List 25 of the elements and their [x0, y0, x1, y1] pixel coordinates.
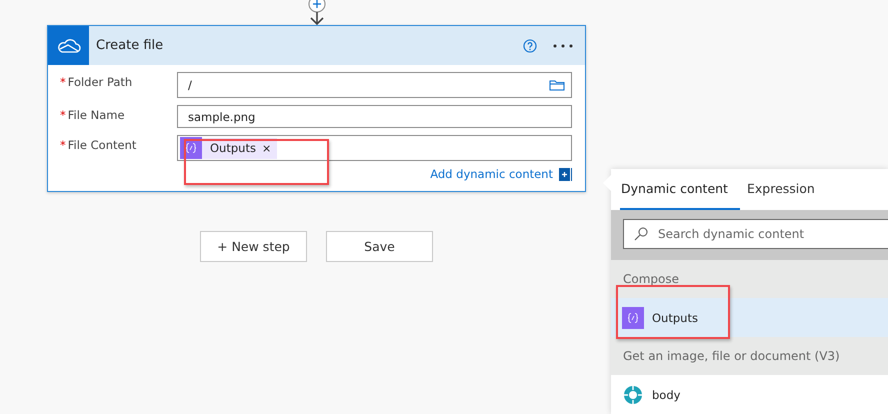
- card-title: Create file: [95, 38, 164, 53]
- group-header: Compose: [611, 260, 888, 298]
- help-icon[interactable]: [523, 38, 537, 52]
- more-options-icon[interactable]: [553, 44, 573, 48]
- group-header: Get an image, file or document (V3): [611, 337, 888, 375]
- input-field[interactable]: /: [177, 72, 572, 98]
- add-dynamic-content-link[interactable]: Add dynamic content: [430, 167, 553, 181]
- input-field[interactable]: sample.png: [177, 105, 572, 128]
- new-step-button[interactable]: + New step: [200, 231, 307, 262]
- dynamic-content-item[interactable]: body: [611, 375, 888, 414]
- field-label: * File Name: [60, 107, 126, 124]
- tab[interactable]: Expression: [746, 169, 827, 210]
- connector-icon: [622, 384, 644, 406]
- field-label: * Folder Path: [60, 74, 134, 91]
- remove-icon[interactable]: ×: [262, 142, 272, 154]
- field-label: * File Content: [60, 137, 138, 154]
- folder-icon[interactable]: [549, 79, 565, 91]
- search-icon: [634, 227, 648, 241]
- expression-icon: [622, 306, 644, 328]
- cloud-icon: [56, 38, 80, 54]
- save-button[interactable]: Save: [326, 231, 433, 262]
- input-field[interactable]: Outputs ×: [177, 135, 572, 161]
- search-field[interactable]: Search dynamic content: [623, 219, 888, 249]
- dynamic-content-item[interactable]: Outputs: [611, 298, 888, 337]
- add-icon[interactable]: [559, 168, 572, 180]
